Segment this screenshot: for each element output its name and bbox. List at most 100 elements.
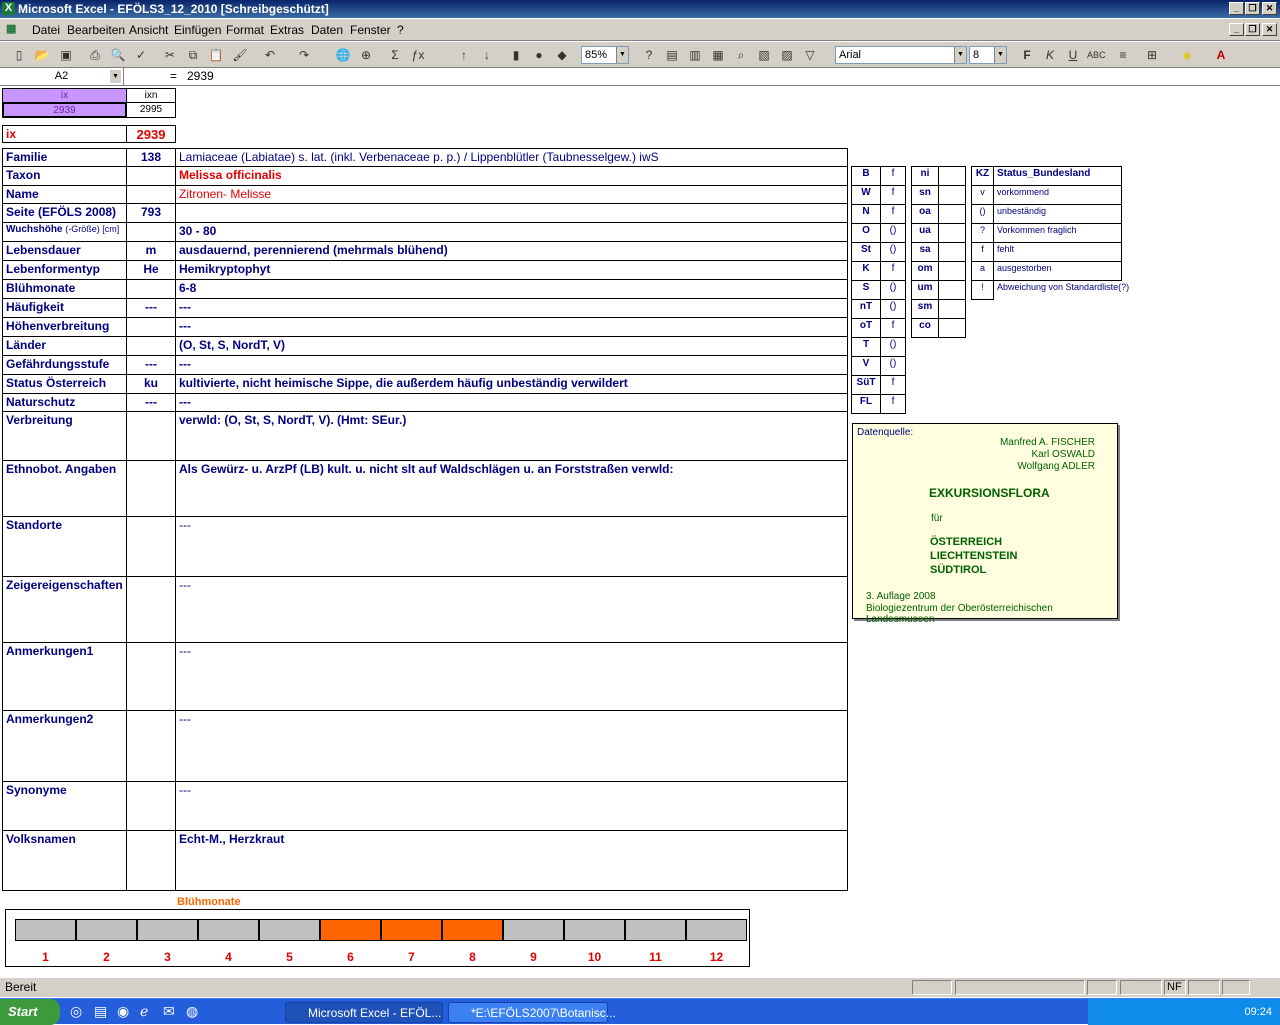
task-excel[interactable]: Microsoft Excel - EFÖL... [285,1002,443,1023]
map-icon[interactable]: ● [530,46,548,64]
menu-extras[interactable]: Extras [270,23,304,37]
print-preview-icon[interactable]: 🔍 [109,46,127,64]
quicklaunch-icon-4[interactable]: ℯ [140,1003,148,1020]
month-label: 7 [408,950,415,964]
row-label: Verbreitung [2,411,127,461]
row-value: 6-8 [175,279,848,299]
row-code [126,460,176,517]
window-title: Microsoft Excel - EFÖLS3_12_2010 [Schrei… [18,2,329,16]
new-icon[interactable]: ▯ [10,46,28,64]
binoculars-icon[interactable]: ⌕ [732,46,750,64]
row-label: Wuchshöhe (-Größe) [cm] [2,222,127,242]
fontsize-select[interactable]: 8 ▼ [969,46,1007,64]
row-value: --- [175,516,848,577]
menu-ansicht[interactable]: Ansicht [129,23,168,37]
chart-wizard-icon[interactable]: ▮ [507,46,525,64]
copy-icon[interactable]: ⧉ [184,46,202,64]
laender-status: () [880,223,906,243]
tool4-icon[interactable]: ▧ [755,46,773,64]
laender-status: f [880,261,906,281]
doc-restore-button[interactable]: ❐ [1245,23,1260,36]
doc-close-button[interactable]: ✕ [1262,23,1277,36]
hoehe-value [938,204,966,224]
row-value: (O, St, S, NordT, V) [175,336,848,356]
row-code [126,781,176,831]
menu-daten[interactable]: Daten [311,23,343,37]
web-icon[interactable]: ⊕ [357,46,375,64]
quicklaunch-icon-1[interactable]: ◎ [70,1003,82,1020]
tool2-icon[interactable]: ▥ [686,46,704,64]
hyperlink-icon[interactable]: 🌐 [334,46,352,64]
quicklaunch-icon-2[interactable]: ▤ [94,1003,107,1020]
print-icon[interactable]: ⎙ [86,46,104,64]
help-icon[interactable]: ? [640,46,658,64]
row-label-small: (-Größe) [cm] [65,224,120,234]
quicklaunch-icon-6[interactable]: ◍ [186,1003,198,1020]
sort-desc-icon[interactable]: ↓ [478,46,496,64]
formula-input[interactable]: 2939 [187,69,214,83]
laender-status: f [880,204,906,224]
tool1-icon[interactable]: ▤ [663,46,681,64]
status-panel-1 [912,980,952,995]
row-value: ausdauernd, perennierend (mehrmals blühe… [175,241,848,261]
laender-code: V [851,356,881,376]
align-icon[interactable]: ≡ [1114,46,1132,64]
hoehe-value [938,185,966,205]
cut-icon[interactable]: ✂ [161,46,179,64]
menu-einfuegen[interactable]: Einfügen [174,23,221,37]
book-title: EXKURSIONSFLORA [929,486,1050,500]
row-code [126,576,176,643]
bold-icon[interactable]: F [1018,46,1036,64]
open-icon[interactable]: 📂 [33,46,51,64]
menu-fenster[interactable]: Fenster [350,23,391,37]
name-box[interactable]: A2 ▼ [0,68,124,85]
close-button[interactable]: ✕ [1262,2,1277,15]
ixn-header: ixn [126,88,176,103]
menu-datei[interactable]: Datei [32,23,60,37]
quicklaunch-icon-5[interactable]: ✉ [163,1003,175,1020]
strikethrough-icon[interactable]: ABC [1087,46,1106,64]
underline-icon[interactable]: U [1064,46,1082,64]
laender-code: K [851,261,881,281]
row-value: --- [175,576,848,643]
minimize-button[interactable]: _ [1229,2,1244,15]
paste-icon[interactable]: 📋 [207,46,225,64]
month-bar [198,919,259,941]
borders-icon[interactable]: ⊞ [1143,46,1161,64]
redo-icon[interactable]: ↷ [295,46,313,64]
autofilter-icon[interactable]: ▽ [801,46,819,64]
menu-format[interactable]: Format [226,23,264,37]
doc-minimize-button[interactable]: _ [1229,23,1244,36]
font-color-icon[interactable]: A [1212,46,1230,64]
row-code: --- [126,298,176,318]
start-button[interactable]: Start [0,999,60,1025]
undo-icon[interactable]: ↶ [261,46,279,64]
zoom-select[interactable]: 85% ▼ [581,46,629,64]
menu-bearbeiten[interactable]: Bearbeiten [67,23,125,37]
restore-button[interactable]: ❐ [1245,2,1260,15]
tool3-icon[interactable]: ▦ [709,46,727,64]
font-select[interactable]: Arial ▼ [835,46,967,64]
quicklaunch-icon-3[interactable]: ◉ [117,1003,129,1020]
ix-value-cell[interactable]: 2939 [2,102,127,118]
chevron-down-icon: ▼ [110,70,121,83]
ixn-value-cell[interactable]: 2995 [126,102,176,118]
month-label: 6 [347,950,354,964]
datenquelle-label: Datenquelle: [857,427,914,438]
drawing-icon[interactable]: ◆ [553,46,571,64]
spellcheck-icon[interactable]: ✓ [132,46,150,64]
laender-code: T [851,337,881,357]
task-explorer[interactable]: *E:\EFÖLS2007\Botanisc... [448,1002,616,1023]
tool5-icon[interactable]: ▨ [778,46,796,64]
format-painter-icon[interactable]: 🖌 [231,46,249,64]
legend-code: ! [971,280,994,300]
sort-asc-icon[interactable]: ↑ [455,46,473,64]
menu-help[interactable]: ? [397,23,404,37]
italic-icon[interactable]: K [1041,46,1059,64]
fill-color-icon[interactable]: ◈ [1178,46,1196,64]
save-icon[interactable]: ▣ [57,46,75,64]
month-label: 8 [469,950,476,964]
function-icon[interactable]: ƒx [409,46,427,64]
hoehe-code: om [911,261,939,281]
autosum-icon[interactable]: Σ [386,46,404,64]
